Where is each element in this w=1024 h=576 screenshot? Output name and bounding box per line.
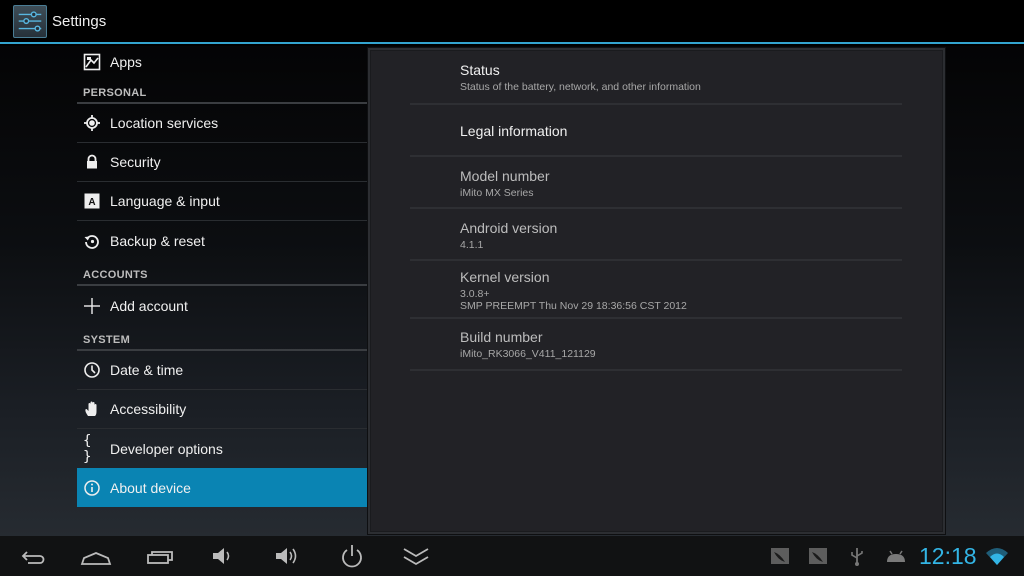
list-item-status[interactable]: Status Status of the battery, network, a… — [410, 50, 902, 105]
home-icon — [80, 552, 112, 565]
sidebar-item-about-device[interactable]: About device — [77, 468, 367, 507]
about-device-panel: Status Status of the battery, network, a… — [368, 48, 945, 534]
list-item-legal-information[interactable]: Legal information — [410, 105, 902, 157]
location-icon — [83, 114, 101, 132]
apps-icon — [83, 53, 101, 71]
item-title: Legal information — [460, 123, 568, 139]
volume-up-icon — [276, 548, 297, 564]
recent-apps-button[interactable] — [144, 542, 176, 570]
wifi-icon — [985, 545, 1009, 567]
notification-app-icon[interactable] — [808, 545, 828, 567]
usb-icon — [847, 545, 867, 567]
notification-app-icon[interactable] — [770, 545, 790, 567]
volume-up-button[interactable] — [272, 542, 304, 570]
sidebar-item-developer-options[interactable]: { } Developer options — [77, 429, 367, 468]
info-icon — [83, 479, 101, 497]
sidebar-item-location-services[interactable]: Location services — [77, 104, 367, 143]
recent-apps-icon — [147, 551, 173, 564]
braces-icon: { } — [83, 432, 93, 465]
hide-bar-button[interactable] — [400, 542, 432, 570]
sidebar-item-label: Security — [110, 154, 161, 170]
sidebar-item-language-input[interactable]: A Language & input — [77, 182, 367, 221]
svg-text:A: A — [88, 197, 95, 208]
item-title: Status — [460, 62, 500, 78]
sidebar-item-label: Developer options — [110, 440, 223, 457]
list-item-android-version[interactable]: Android version 4.1.1 — [410, 209, 902, 261]
list-item-build-number[interactable]: Build number iMito_RK3066_V411_121129 — [410, 319, 902, 371]
volume-down-icon — [213, 548, 230, 564]
back-button[interactable] — [16, 542, 48, 570]
lock-icon — [83, 153, 101, 171]
sidebar-item-label: Date & time — [110, 362, 184, 378]
backup-restore-icon — [83, 232, 101, 250]
item-title: Kernel version — [460, 269, 550, 285]
home-button[interactable] — [80, 542, 112, 570]
sidebar-item-label: Apps — [110, 54, 142, 70]
item-summary: Status of the battery, network, and othe… — [460, 81, 701, 93]
sidebar-item-label: Accessibility — [110, 401, 187, 417]
item-title: Build number — [460, 329, 543, 345]
section-header-system: SYSTEM — [77, 325, 367, 351]
section-header-accounts: ACCOUNTS — [77, 260, 367, 286]
sidebar-item-security[interactable]: Security — [77, 143, 367, 182]
clock[interactable]: 12:18 — [919, 543, 977, 570]
hide-bar-icon — [403, 548, 429, 566]
clock-icon — [83, 361, 101, 379]
volume-down-button[interactable] — [207, 542, 239, 570]
sidebar-item-accessibility[interactable]: Accessibility — [77, 390, 367, 429]
power-button[interactable] — [336, 542, 368, 570]
power-icon — [342, 545, 362, 568]
plus-icon — [83, 297, 101, 315]
sidebar-item-label: Location services — [110, 115, 219, 131]
android-debug-icon — [885, 545, 907, 567]
settings-sliders-icon[interactable] — [13, 5, 47, 38]
item-summary: iMito MX Series — [460, 187, 534, 199]
hand-icon — [83, 400, 101, 418]
sidebar-item-apps[interactable]: Apps — [77, 46, 367, 78]
action-bar: Settings — [0, 0, 1024, 44]
list-item-model-number: Model number iMito MX Series — [410, 157, 902, 209]
sidebar-item-label: Language & input — [110, 193, 220, 209]
system-bar: 12:18 — [0, 536, 1024, 576]
item-summary: 4.1.1 — [460, 239, 484, 251]
sidebar-item-add-account[interactable]: Add account — [77, 286, 367, 325]
item-summary-line2: SMP PREEMPT Thu Nov 29 18:36:56 CST 2012 — [460, 300, 687, 312]
sidebar-item-label: About device — [110, 479, 191, 496]
item-title: Android version — [460, 220, 558, 236]
item-summary: 3.0.8+ — [460, 288, 490, 300]
back-icon — [21, 551, 45, 564]
keyboard-a-icon: A — [83, 192, 101, 210]
sidebar-item-label: Backup & reset — [110, 232, 205, 249]
item-summary: iMito_RK3066_V411_121129 — [460, 348, 596, 360]
item-title: Model number — [460, 168, 550, 184]
sidebar-item-label: Add account — [110, 297, 188, 314]
settings-sidebar: Apps PERSONAL Location services Security… — [77, 46, 367, 507]
app-title: Settings — [52, 13, 107, 30]
about-device-list: Status Status of the battery, network, a… — [410, 50, 902, 371]
section-header-personal: PERSONAL — [77, 78, 367, 104]
sidebar-item-date-time[interactable]: Date & time — [77, 351, 367, 390]
list-item-kernel-version: Kernel version 3.0.8+ SMP PREEMPT Thu No… — [410, 261, 902, 319]
sidebar-item-backup-reset[interactable]: Backup & reset — [77, 221, 367, 260]
